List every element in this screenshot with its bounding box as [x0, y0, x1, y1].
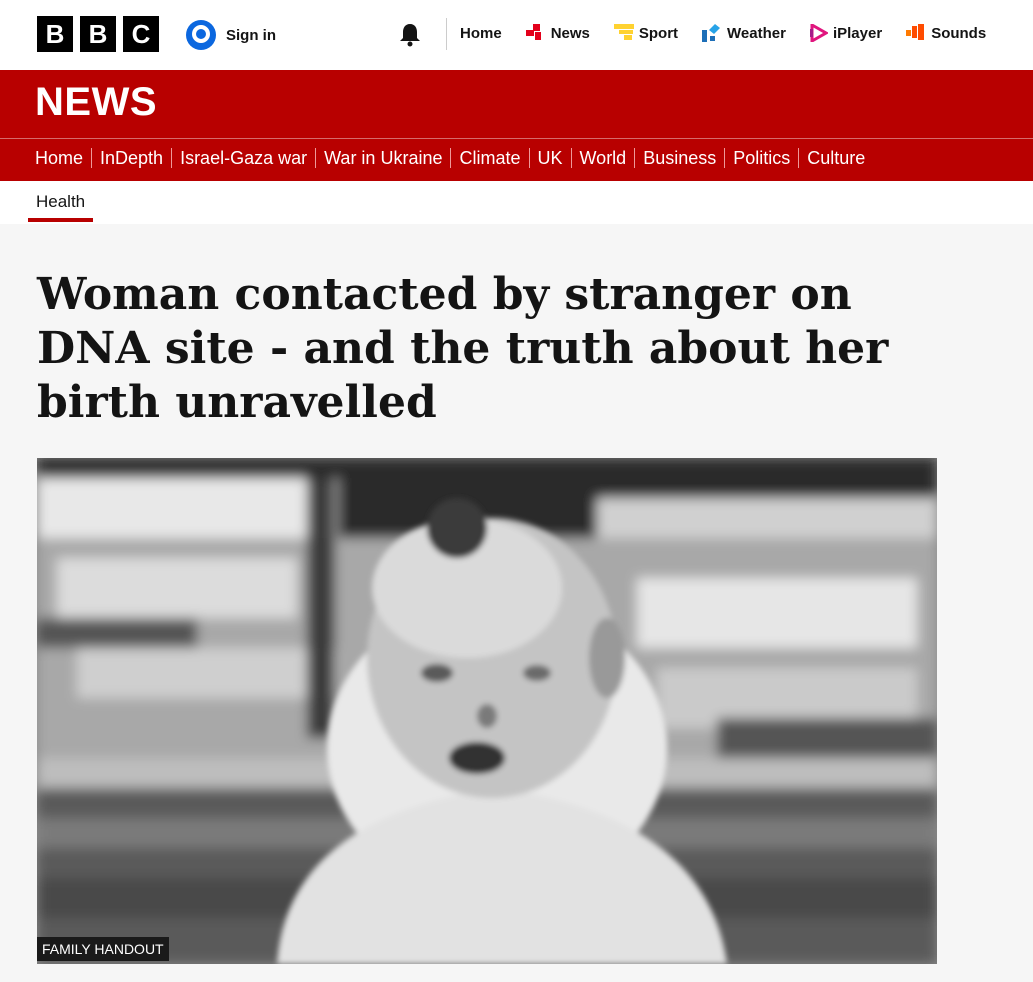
top-nav-home[interactable]: Home	[460, 25, 502, 42]
top-nav-sport-label: Sport	[638, 24, 679, 42]
subsection-bar	[0, 181, 1033, 224]
sign-in-button[interactable]: Sign in	[186, 20, 276, 50]
article-hero-image	[37, 458, 937, 964]
section-nav-indepth[interactable]: InDepth	[91, 148, 171, 168]
sounds-icon	[906, 24, 925, 40]
top-nav-sounds-label: Sounds	[931, 24, 987, 42]
sign-in-label: Sign in	[226, 26, 276, 44]
iplayer-icon	[809, 24, 828, 42]
top-nav-iplayer-label: iPlayer	[832, 24, 883, 42]
bbc-logo[interactable]: B B C	[37, 16, 159, 52]
weather-icon	[702, 24, 721, 42]
notifications-bell-icon[interactable]	[396, 20, 424, 48]
section-nav-culture[interactable]: Culture	[798, 148, 873, 168]
section-nav-israel-gaza-war[interactable]: Israel-Gaza war	[171, 148, 315, 168]
top-nav-iplayer[interactable]: iPlayer	[809, 24, 883, 42]
section-nav-climate[interactable]: Climate	[450, 148, 528, 168]
image-caption-credit: FAMILY HANDOUT	[37, 937, 169, 961]
top-nav-sport[interactable]: Sport	[613, 24, 679, 42]
section-nav-uk[interactable]: UK	[528, 148, 571, 168]
account-icon	[186, 20, 216, 50]
top-nav-divider	[446, 18, 447, 50]
masthead-divider	[0, 138, 1033, 139]
subsection-tab-health[interactable]: Health	[28, 192, 94, 222]
news-icon	[525, 24, 541, 40]
top-nav-weather-label: Weather	[727, 24, 786, 42]
top-nav-sounds[interactable]: Sounds	[906, 24, 986, 42]
logo-letter-b1: B	[37, 16, 73, 52]
top-nav-home-label: Home	[460, 24, 502, 42]
section-nav-home[interactable]: Home	[35, 148, 91, 168]
section-nav-politics[interactable]: Politics	[724, 148, 798, 168]
top-nav-news[interactable]: News	[525, 24, 590, 42]
top-nav: Home News Sport Weather iPlayer Sounds	[460, 24, 986, 42]
sport-icon	[613, 24, 634, 40]
baby-photo-image	[37, 458, 937, 964]
article-headline: Woman contacted by stranger on DNA site …	[37, 269, 889, 428]
news-masthead-title[interactable]: NEWS	[35, 80, 157, 125]
section-nav-world[interactable]: World	[570, 148, 635, 168]
top-nav-weather[interactable]: Weather	[702, 24, 786, 42]
top-nav-news-label: News	[550, 24, 590, 42]
logo-letter-b2: B	[80, 16, 116, 52]
section-nav-war-in-ukraine[interactable]: War in Ukraine	[315, 148, 450, 168]
logo-letter-c: C	[123, 16, 159, 52]
section-nav: Home InDepth Israel-Gaza war War in Ukra…	[35, 148, 873, 168]
top-bar: B B C Sign in Home News Sport Weather iP…	[0, 0, 1033, 70]
section-nav-business[interactable]: Business	[634, 148, 724, 168]
